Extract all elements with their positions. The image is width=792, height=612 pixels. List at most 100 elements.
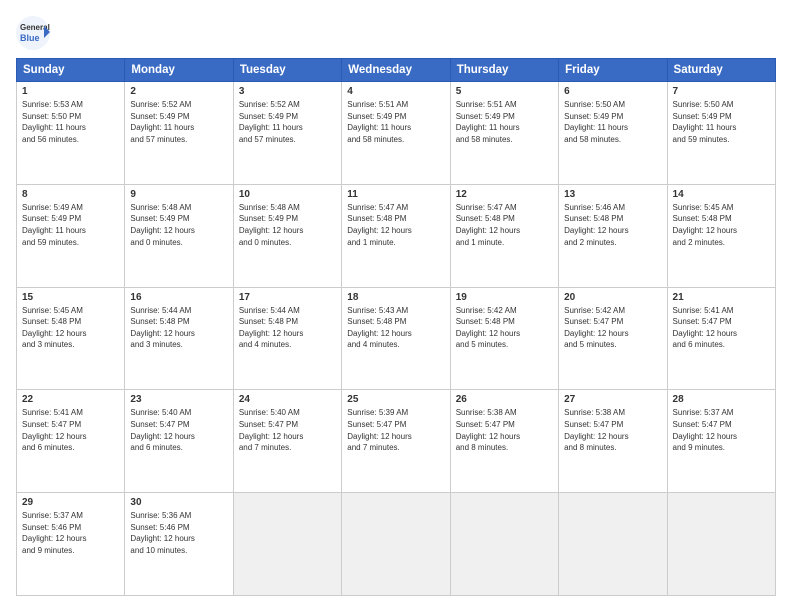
day-number: 8 (22, 189, 119, 200)
day-number: 7 (673, 86, 770, 97)
day-info: Sunrise: 5:40 AM Sunset: 5:47 PM Dayligh… (239, 407, 336, 453)
day-number: 5 (456, 86, 553, 97)
day-info: Sunrise: 5:48 AM Sunset: 5:49 PM Dayligh… (130, 202, 227, 248)
day-info: Sunrise: 5:51 AM Sunset: 5:49 PM Dayligh… (456, 99, 553, 145)
day-number: 6 (564, 86, 661, 97)
day-cell: 10Sunrise: 5:48 AM Sunset: 5:49 PM Dayli… (233, 184, 341, 287)
day-number: 20 (564, 292, 661, 303)
day-number: 28 (673, 394, 770, 405)
day-number: 13 (564, 189, 661, 200)
day-cell: 20 Sunrise: 5:42 AM Sunset: 5:47 PM Dayli… (559, 287, 667, 390)
day-number: 15 (22, 292, 119, 303)
logo: General Blue (16, 16, 50, 50)
day-number: 9 (130, 189, 227, 200)
week-row-4: 29 Sunrise: 5:37 AM Sunset: 5:46 PM Dayli… (17, 493, 776, 596)
day-cell: 17 Sunrise: 5:44 AM Sunset: 5:48 PM Dayli… (233, 287, 341, 390)
day-cell (342, 493, 450, 596)
day-cell: 18 Sunrise: 5:43 AM Sunset: 5:48 PM Dayli… (342, 287, 450, 390)
day-cell: 7 Sunrise: 5:50 AM Sunset: 5:49 PM Daylig… (667, 82, 775, 185)
week-row-0: 1 Sunrise: 5:53 AM Sunset: 5:50 PM Daylig… (17, 82, 776, 185)
day-cell: 11Sunrise: 5:47 AM Sunset: 5:48 PM Dayli… (342, 184, 450, 287)
day-info: Sunrise: 5:37 AM Sunset: 5:47 PM Dayligh… (673, 407, 770, 453)
day-number: 26 (456, 394, 553, 405)
day-cell: 3 Sunrise: 5:52 AM Sunset: 5:49 PM Daylig… (233, 82, 341, 185)
day-info: Sunrise: 5:48 AM Sunset: 5:49 PM Dayligh… (239, 202, 336, 248)
day-info: Sunrise: 5:50 AM Sunset: 5:49 PM Dayligh… (673, 99, 770, 145)
day-cell: 29 Sunrise: 5:37 AM Sunset: 5:46 PM Dayli… (17, 493, 125, 596)
day-cell (559, 493, 667, 596)
day-cell: 8 Sunrise: 5:49 AM Sunset: 5:49 PM Daylig… (17, 184, 125, 287)
day-number: 29 (22, 497, 119, 508)
day-number: 11 (347, 189, 444, 200)
day-cell: 30Sunrise: 5:36 AM Sunset: 5:46 PM Dayli… (125, 493, 233, 596)
week-row-1: 8 Sunrise: 5:49 AM Sunset: 5:49 PM Daylig… (17, 184, 776, 287)
day-cell: 9 Sunrise: 5:48 AM Sunset: 5:49 PM Daylig… (125, 184, 233, 287)
day-info: Sunrise: 5:45 AM Sunset: 5:48 PM Dayligh… (22, 305, 119, 351)
day-info: Sunrise: 5:52 AM Sunset: 5:49 PM Dayligh… (239, 99, 336, 145)
day-cell: 27Sunrise: 5:38 AM Sunset: 5:47 PM Dayli… (559, 390, 667, 493)
col-monday: Monday (125, 59, 233, 82)
day-cell: 22 Sunrise: 5:41 AM Sunset: 5:47 PM Dayli… (17, 390, 125, 493)
week-row-3: 22 Sunrise: 5:41 AM Sunset: 5:47 PM Dayli… (17, 390, 776, 493)
svg-text:Blue: Blue (20, 33, 40, 43)
day-number: 23 (130, 394, 227, 405)
day-number: 22 (22, 394, 119, 405)
day-cell: 25 Sunrise: 5:39 AM Sunset: 5:47 PM Dayli… (342, 390, 450, 493)
day-info: Sunrise: 5:50 AM Sunset: 5:49 PM Dayligh… (564, 99, 661, 145)
day-info: Sunrise: 5:43 AM Sunset: 5:48 PM Dayligh… (347, 305, 444, 351)
calendar-table: Sunday Monday Tuesday Wednesday Thursday… (16, 58, 776, 596)
day-info: Sunrise: 5:45 AM Sunset: 5:48 PM Dayligh… (673, 202, 770, 248)
day-cell: 24 Sunrise: 5:40 AM Sunset: 5:47 PM Dayli… (233, 390, 341, 493)
day-info: Sunrise: 5:39 AM Sunset: 5:47 PM Dayligh… (347, 407, 444, 453)
day-info: Sunrise: 5:46 AM Sunset: 5:48 PM Dayligh… (564, 202, 661, 248)
col-tuesday: Tuesday (233, 59, 341, 82)
day-cell: 14 Sunrise: 5:45 AM Sunset: 5:48 PM Dayli… (667, 184, 775, 287)
day-cell: 6 Sunrise: 5:50 AM Sunset: 5:49 PM Daylig… (559, 82, 667, 185)
day-cell (233, 493, 341, 596)
day-number: 4 (347, 86, 444, 97)
header-row: Sunday Monday Tuesday Wednesday Thursday… (17, 59, 776, 82)
day-cell (450, 493, 558, 596)
day-info: Sunrise: 5:40 AM Sunset: 5:47 PM Dayligh… (130, 407, 227, 453)
day-cell: 28 Sunrise: 5:37 AM Sunset: 5:47 PM Dayli… (667, 390, 775, 493)
day-number: 25 (347, 394, 444, 405)
day-cell: 23 Sunrise: 5:40 AM Sunset: 5:47 PM Dayli… (125, 390, 233, 493)
day-cell: 15 Sunrise: 5:45 AM Sunset: 5:48 PM Dayli… (17, 287, 125, 390)
day-number: 24 (239, 394, 336, 405)
col-sunday: Sunday (17, 59, 125, 82)
day-info: Sunrise: 5:53 AM Sunset: 5:50 PM Dayligh… (22, 99, 119, 145)
day-info: Sunrise: 5:36 AM Sunset: 5:46 PM Dayligh… (130, 510, 227, 556)
day-info: Sunrise: 5:42 AM Sunset: 5:48 PM Dayligh… (456, 305, 553, 351)
day-info: Sunrise: 5:41 AM Sunset: 5:47 PM Dayligh… (673, 305, 770, 351)
day-number: 2 (130, 86, 227, 97)
day-cell: 26 Sunrise: 5:38 AM Sunset: 5:47 PM Dayli… (450, 390, 558, 493)
day-info: Sunrise: 5:49 AM Sunset: 5:49 PM Dayligh… (22, 202, 119, 248)
day-cell: 12 Sunrise: 5:47 AM Sunset: 5:48 PM Dayli… (450, 184, 558, 287)
day-number: 16 (130, 292, 227, 303)
day-number: 3 (239, 86, 336, 97)
day-cell: 4Sunrise: 5:51 AM Sunset: 5:49 PM Daylig… (342, 82, 450, 185)
header: General Blue (16, 16, 776, 50)
day-cell: 13 Sunrise: 5:46 AM Sunset: 5:48 PM Dayli… (559, 184, 667, 287)
day-info: Sunrise: 5:42 AM Sunset: 5:47 PM Dayligh… (564, 305, 661, 351)
day-cell: 16Sunrise: 5:44 AM Sunset: 5:48 PM Dayli… (125, 287, 233, 390)
day-info: Sunrise: 5:44 AM Sunset: 5:48 PM Dayligh… (239, 305, 336, 351)
page: General Blue Sunday Monday Tuesday Wedne… (0, 0, 792, 612)
day-cell: 5 Sunrise: 5:51 AM Sunset: 5:49 PM Daylig… (450, 82, 558, 185)
day-number: 1 (22, 86, 119, 97)
day-number: 17 (239, 292, 336, 303)
day-number: 19 (456, 292, 553, 303)
day-info: Sunrise: 5:38 AM Sunset: 5:47 PM Dayligh… (456, 407, 553, 453)
col-friday: Friday (559, 59, 667, 82)
col-wednesday: Wednesday (342, 59, 450, 82)
day-info: Sunrise: 5:41 AM Sunset: 5:47 PM Dayligh… (22, 407, 119, 453)
day-info: Sunrise: 5:47 AM Sunset: 5:48 PM Dayligh… (456, 202, 553, 248)
day-number: 14 (673, 189, 770, 200)
day-cell: 2Sunrise: 5:52 AM Sunset: 5:49 PM Daylig… (125, 82, 233, 185)
day-number: 18 (347, 292, 444, 303)
day-info: Sunrise: 5:37 AM Sunset: 5:46 PM Dayligh… (22, 510, 119, 556)
day-cell: 1 Sunrise: 5:53 AM Sunset: 5:50 PM Daylig… (17, 82, 125, 185)
day-cell: 21Sunrise: 5:41 AM Sunset: 5:47 PM Dayli… (667, 287, 775, 390)
logo-svg: General Blue (16, 16, 50, 50)
day-number: 12 (456, 189, 553, 200)
